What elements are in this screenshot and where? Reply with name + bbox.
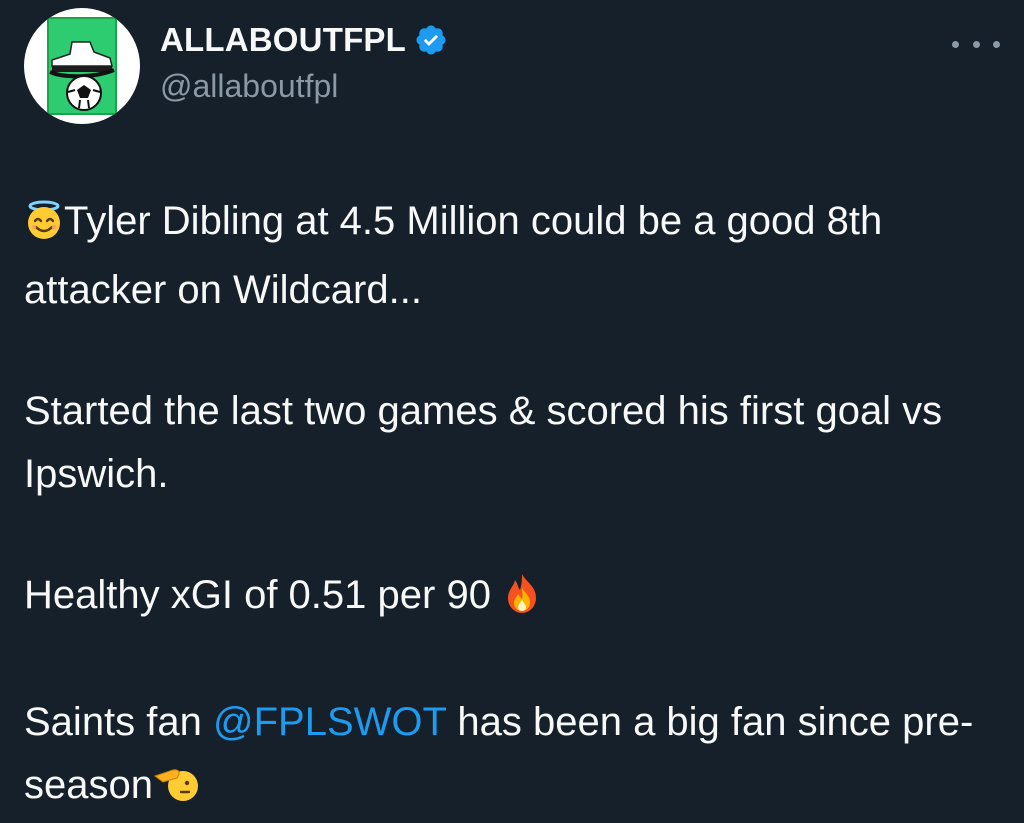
tweet-paragraph-4: Saints fan @FPLSWOT has been a big fan s… [24, 691, 1004, 823]
more-dot-icon [993, 40, 1000, 48]
tweet-card: ALLABOUTFPL @allaboutfpl Tyler Dibling a… [0, 0, 1024, 813]
tweet-paragraph-3: Healthy xGI of 0.51 per 90 [24, 564, 1004, 633]
author-names: ALLABOUTFPL @allaboutfpl [160, 18, 448, 105]
more-dot-icon [972, 40, 980, 48]
saluting-face-icon [153, 760, 201, 823]
display-name-row: ALLABOUTFPL [160, 18, 448, 62]
tweet-line-2: Started the last two games & scored his … [24, 389, 943, 496]
mention-link[interactable]: @FPLSWOT [213, 700, 446, 744]
more-options-button[interactable] [952, 32, 1000, 56]
avatar-football-boot-icon [47, 17, 117, 115]
more-dot-icon [952, 40, 959, 48]
avatar[interactable] [24, 8, 140, 124]
verified-badge-icon[interactable] [414, 23, 448, 57]
tweet-text: Tyler Dibling at 4.5 Million could be a … [24, 190, 1004, 823]
tweet-paragraph-1: Tyler Dibling at 4.5 Million could be a … [24, 190, 1004, 322]
fire-icon [502, 570, 542, 633]
tweet-paragraph-2: Started the last two games & scored his … [24, 380, 1004, 506]
tweet-line-3: Healthy xGI of 0.51 per 90 [24, 573, 503, 617]
tweet-line-4-pre: Saints fan [24, 700, 214, 744]
tweet-header: ALLABOUTFPL @allaboutfpl [24, 8, 1000, 128]
smiling-face-with-halo-icon [24, 196, 64, 259]
author-handle[interactable]: @allaboutfpl [160, 68, 448, 105]
display-name[interactable]: ALLABOUTFPL [160, 21, 406, 59]
tweet-line-1: Tyler Dibling at 4.5 Million could be a … [24, 199, 883, 312]
